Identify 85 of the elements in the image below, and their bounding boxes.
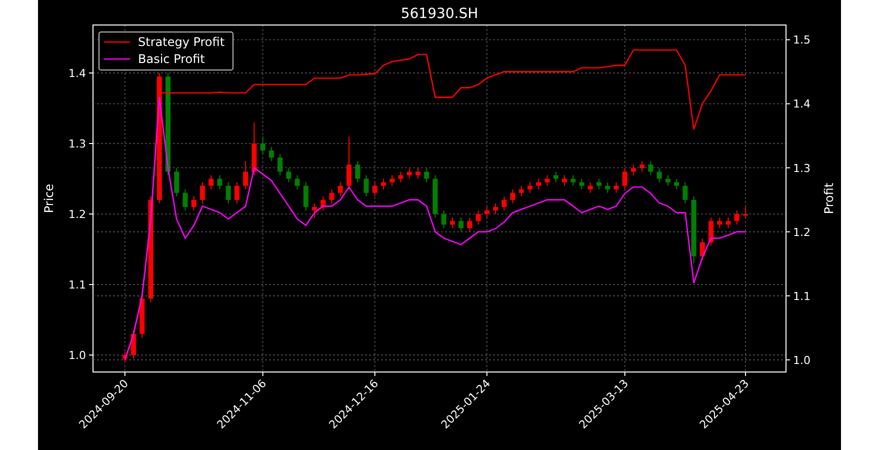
candlestick bbox=[690, 196, 696, 264]
candlestick bbox=[674, 178, 679, 190]
candlestick bbox=[648, 160, 653, 176]
candlestick bbox=[216, 174, 222, 190]
y-tick-label: 1.0 bbox=[792, 354, 810, 367]
candlestick bbox=[199, 182, 204, 204]
candlestick bbox=[302, 182, 308, 211]
candlestick bbox=[174, 168, 179, 197]
candlestick bbox=[475, 210, 480, 226]
candlestick bbox=[320, 196, 326, 211]
legend-label: Basic Profit bbox=[138, 52, 205, 66]
y-tick-label: 1.4 bbox=[792, 98, 810, 111]
y-tick-label: 1.4 bbox=[68, 66, 86, 80]
candlestick bbox=[578, 178, 584, 190]
candlestick bbox=[527, 182, 532, 194]
candlestick bbox=[458, 217, 464, 232]
candlestick bbox=[234, 182, 239, 204]
axis-label: Price bbox=[42, 184, 56, 214]
candlestick bbox=[190, 196, 196, 211]
candlestick bbox=[432, 174, 438, 218]
candlestick bbox=[570, 174, 576, 186]
legend-label: Strategy Profit bbox=[138, 35, 224, 49]
candlestick bbox=[277, 154, 282, 176]
candlestick bbox=[182, 188, 188, 211]
y-tick-label: 1.3 bbox=[68, 138, 86, 150]
candlestick bbox=[363, 174, 368, 197]
candlestick bbox=[286, 168, 291, 183]
candlestick bbox=[389, 174, 394, 186]
candlestick bbox=[354, 160, 360, 183]
candlestick bbox=[406, 168, 412, 180]
candlestick bbox=[536, 178, 541, 190]
axis-label: Profit bbox=[822, 182, 836, 214]
candlestick bbox=[587, 182, 592, 194]
candlestick bbox=[501, 196, 506, 211]
y-tick-label: 1.5 bbox=[792, 34, 810, 47]
candlestick bbox=[225, 182, 230, 204]
candlestick bbox=[613, 182, 618, 194]
candlestick bbox=[630, 164, 636, 176]
candlestick bbox=[682, 182, 688, 204]
candlestick bbox=[466, 217, 472, 232]
candlestick bbox=[312, 202, 317, 218]
candlestick bbox=[208, 174, 214, 190]
candlestick bbox=[294, 174, 300, 190]
candlestick bbox=[328, 188, 334, 204]
candlestick bbox=[380, 178, 386, 190]
candlestick bbox=[122, 351, 127, 363]
chart-title: 561930.SH bbox=[400, 6, 478, 22]
candlestick bbox=[242, 160, 248, 190]
candlestick bbox=[639, 160, 644, 172]
candlestick bbox=[414, 168, 420, 180]
candlestick bbox=[604, 182, 610, 194]
y-tick-label: 1.3 bbox=[792, 162, 810, 175]
y-tick-label: 1.2 bbox=[68, 208, 86, 222]
candlestick bbox=[596, 178, 601, 190]
candlestick bbox=[544, 174, 550, 186]
candlestick bbox=[742, 206, 748, 218]
candlestick bbox=[484, 206, 489, 218]
candlestick bbox=[251, 122, 256, 176]
candlestick bbox=[708, 217, 713, 246]
candlestick bbox=[699, 238, 704, 260]
candlestick bbox=[552, 171, 558, 183]
candlestick bbox=[268, 146, 274, 162]
candlestick bbox=[510, 188, 515, 204]
candlestick bbox=[656, 168, 662, 183]
candlestick bbox=[130, 330, 136, 360]
y-tick-label: 1.2 bbox=[792, 226, 810, 239]
candlestick bbox=[622, 168, 627, 190]
candlestick bbox=[716, 217, 722, 229]
candlestick bbox=[561, 174, 566, 186]
candlestick bbox=[440, 210, 446, 229]
candlestick bbox=[518, 185, 524, 197]
candlestick bbox=[449, 217, 454, 229]
candlestick bbox=[337, 182, 342, 197]
y-tick-label: 1.1 bbox=[792, 290, 810, 303]
candlestick bbox=[664, 174, 670, 186]
candlestick bbox=[424, 168, 429, 183]
candlestick bbox=[372, 182, 377, 197]
y-tick-label: 1.0 bbox=[68, 349, 86, 362]
candlestick bbox=[492, 202, 498, 215]
candlestick bbox=[346, 136, 351, 190]
candlestick bbox=[725, 217, 730, 229]
candlestick bbox=[734, 210, 739, 226]
y-tick-label: 1.1 bbox=[68, 278, 86, 292]
candlestick bbox=[398, 171, 403, 183]
candlestick bbox=[260, 136, 265, 155]
